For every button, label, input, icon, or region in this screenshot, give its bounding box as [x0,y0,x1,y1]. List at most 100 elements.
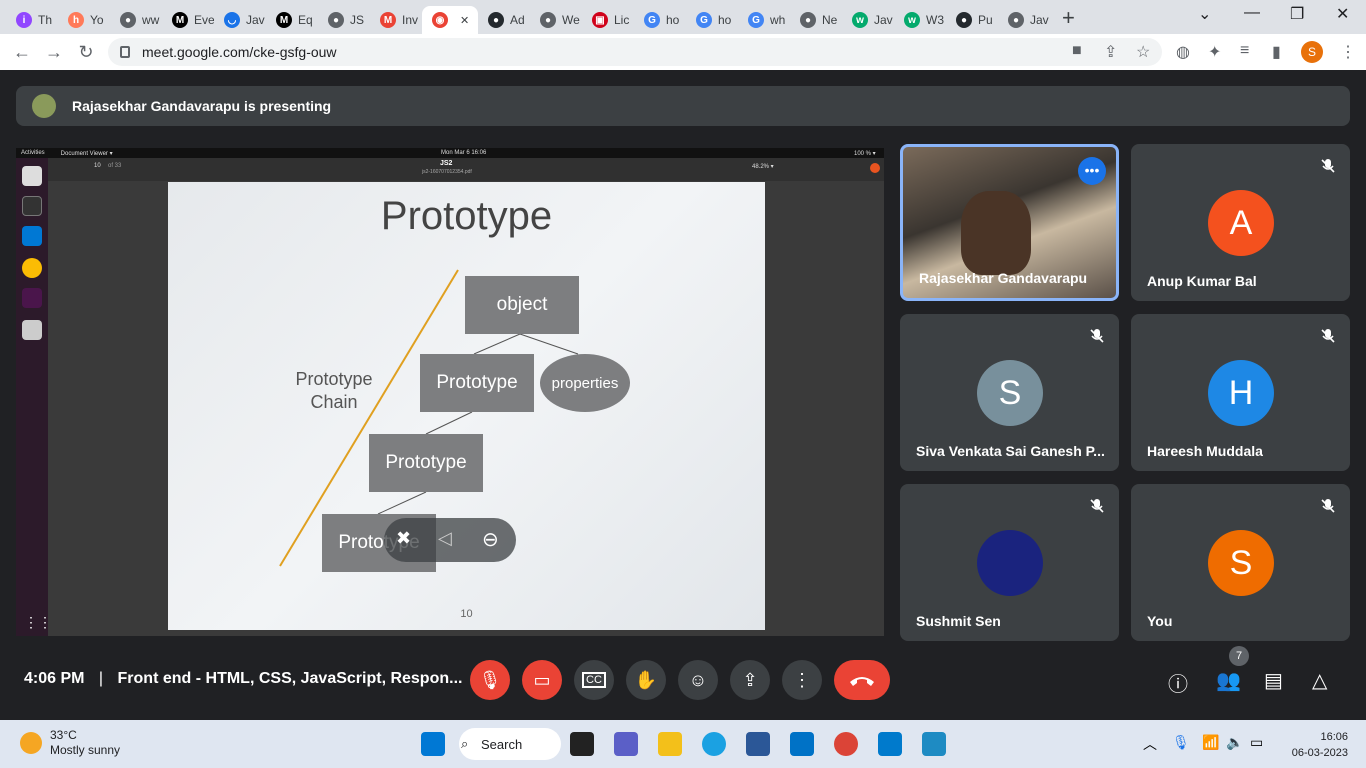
bookmark-star-icon[interactable]: ☆ [1136,42,1150,62]
reload-icon[interactable]: ↻ [70,42,102,63]
browser-tab[interactable]: ● JS [318,6,370,34]
notepad-icon[interactable] [922,732,946,756]
browser-tab[interactable]: M Inv [370,6,422,34]
activities-icon[interactable]: △ [1312,668,1336,692]
more-options-button[interactable]: ⋮ [782,660,822,700]
browser-tab[interactable]: ● We [530,6,582,34]
participant-tile[interactable]: S You [1131,484,1350,641]
remove-icon[interactable]: ⊖ [482,527,499,552]
taskbar-clock[interactable]: 16:06 06-03-2023 [1292,729,1348,761]
browser-tab-strip: i Th h Yo ● ww M Eve ◡ Jav M Eq ● JS M Inv ◉ ✕ ● Ad ● We ▣ Lic G… [0,0,1366,34]
grammarly-icon[interactable]: ◍ [1176,42,1190,62]
people-icon[interactable]: 👥 [1216,668,1241,692]
url-bar[interactable]: meet.google.com/cke-gsfg-ouw [108,38,1162,66]
participant-tile[interactable]: S Siva Venkata Sai Ganesh P... [900,314,1119,471]
mute-speaker-icon[interactable]: ◁ [438,528,452,549]
teams-icon[interactable] [614,732,638,756]
task-view-icon[interactable] [570,732,594,756]
chat-icon[interactable]: ▤ [1264,668,1288,692]
profile-avatar[interactable]: S [1301,41,1323,63]
doc-title: JS2 [440,160,453,167]
volume-icon[interactable]: 🔈 [1226,734,1243,751]
side-panel-icon[interactable]: ▮ [1272,42,1281,62]
extensions-icon[interactable]: ✦ [1208,42,1221,62]
page-current: 10 [94,163,101,169]
close-tab-icon[interactable]: ✕ [460,14,469,27]
vscode-taskbar-icon[interactable] [878,732,902,756]
participant-tile[interactable]: A Anup Kumar Bal [1131,144,1350,301]
participant-tile[interactable]: H Hareesh Muddala [1131,314,1350,471]
browser-tab[interactable]: ▣ Lic [582,6,634,34]
browser-tab[interactable]: M Eq [266,6,318,34]
browser-tab[interactable]: ◡ Jav [214,6,266,34]
raise-hand-button[interactable]: ✋ [626,660,666,700]
participant-tile[interactable]: ••• Rajasekhar Gandavarapu [900,144,1119,301]
document-viewer-icon [22,320,42,340]
file-explorer-icon[interactable] [658,732,682,756]
files-icon [22,166,42,186]
windows-start-icon[interactable] [421,732,445,756]
google-icon: G [644,12,660,28]
camera-off-button[interactable]: ▭ [522,660,562,700]
globe-icon: ● [120,12,136,28]
browser-tab[interactable]: Gho [686,6,738,34]
browser-tab[interactable]: ● ww [110,6,162,34]
browser-tab[interactable]: ● Pu [946,6,998,34]
share-icon[interactable]: ⇪ [1104,42,1117,62]
meeting-details-icon[interactable]: ⓘ [1168,668,1192,696]
url-text: meet.google.com/cke-gsfg-ouw [142,44,337,60]
forward-arrow-icon[interactable]: → [38,42,70,63]
wifi-icon[interactable]: 📶 [1202,734,1219,751]
browser-tab[interactable]: i Th [6,6,58,34]
browser-tab[interactable]: Gwh [738,6,790,34]
globe-icon: ● [540,12,556,28]
chrome-taskbar-icon[interactable] [834,732,858,756]
maximize-icon[interactable]: ❐ [1290,4,1304,24]
minimize-icon[interactable]: — [1244,4,1260,22]
mic-tray-icon[interactable]: 🎙 [1172,734,1190,751]
camera-icon[interactable]: ■ [1072,42,1082,60]
browser-tab[interactable]: ● Jav [998,6,1050,34]
battery-icon[interactable]: ▭ [1250,734,1263,751]
tray-chevron-icon[interactable]: ︿ [1143,734,1157,754]
menu-kebab-icon[interactable]: ⋮ [1340,42,1356,62]
mic-off-button[interactable]: 🎙 [470,660,510,700]
captions-button[interactable]: CC [574,660,614,700]
prototype-box-2: Prototype [369,434,483,492]
participant-avatar: A [1208,190,1274,256]
reactions-button[interactable]: ☺ [678,660,718,700]
shared-screen[interactable]: Activities Document Viewer ▾ Mon Mar 6 1… [16,148,884,636]
mic-muted-icon [1320,158,1336,174]
presenting-banner: Rajasekhar Gandavarapu is presenting [16,86,1350,126]
mail-icon[interactable] [790,732,814,756]
participant-name: Anup Kumar Bal [1147,273,1257,289]
tab-label: Pu [978,13,993,27]
weather-widget[interactable]: 33°C Mostly sunny [20,728,120,758]
end-call-button[interactable] [834,660,890,700]
tab-label: Jav [874,13,893,27]
browser-tab[interactable]: w Jav [842,6,894,34]
browser-tab[interactable]: ● Ne [790,6,842,34]
new-tab-button[interactable]: + [1062,5,1075,31]
tab-label: wh [770,13,786,27]
browser-tab[interactable]: M Eve [162,6,214,34]
tab-search-chevron-icon[interactable]: ⌄ [1198,4,1211,24]
document-viewer-header: 10 of 33 JS2 js2-160707012354.pdf 48.2% … [48,158,884,181]
present-button[interactable]: ⇪ [730,660,770,700]
meeting-separator: | [98,670,104,687]
participant-tile[interactable]: Sushmit Sen [900,484,1119,641]
close-window-icon[interactable]: ✕ [1336,4,1349,24]
browser-tab[interactable]: w W3 [894,6,946,34]
browser-tab[interactable]: ● Ad [478,6,530,34]
browser-tab[interactable]: ◉ ✕ [422,6,478,34]
edge-icon[interactable] [702,732,726,756]
taskbar-search[interactable]: ⌕ Search [459,728,561,760]
media-control-icon[interactable]: ≡ [1240,42,1249,60]
store-icon[interactable] [746,732,770,756]
browser-tab[interactable]: Gho [634,6,686,34]
participant-video [961,191,1031,275]
back-arrow-icon[interactable]: ← [6,42,38,63]
browser-tab[interactable]: h Yo [58,6,110,34]
more-options-icon[interactable]: ••• [1078,157,1106,185]
unpin-icon[interactable]: ✖ [396,528,411,549]
